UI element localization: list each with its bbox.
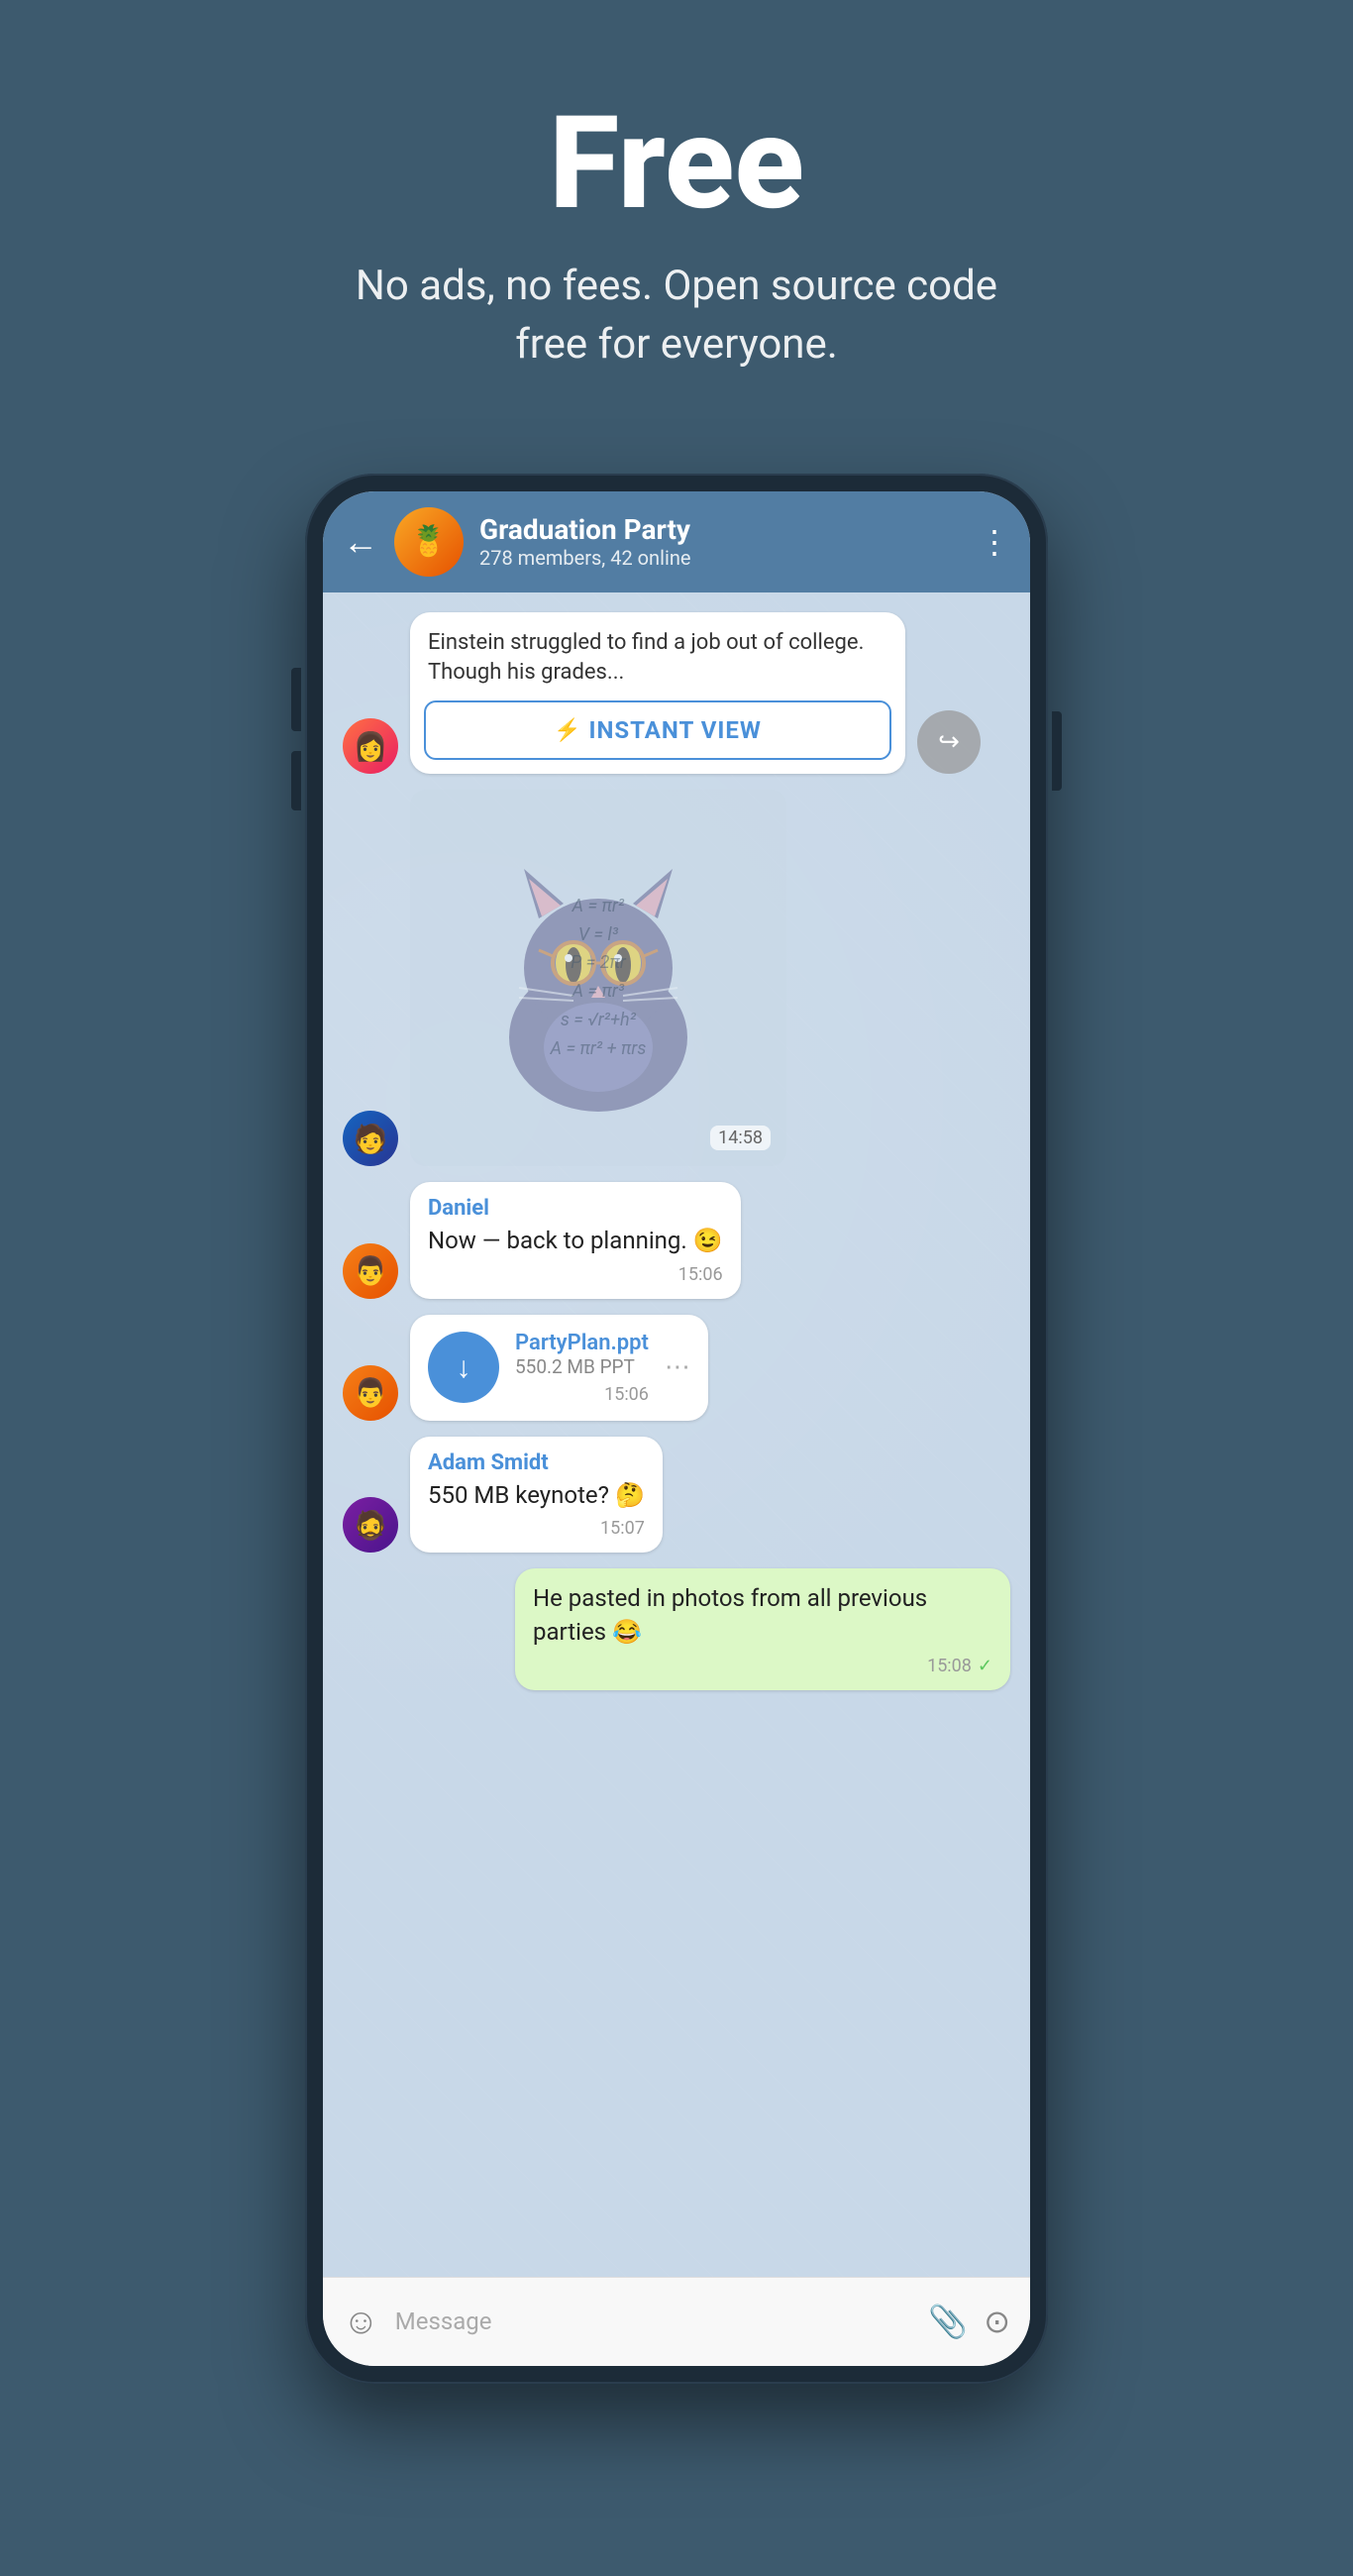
chat-header: ← 🍍 Graduation Party 278 members, 42 onl… (323, 491, 1030, 592)
instant-view-label: INSTANT VIEW (588, 716, 761, 744)
avatar-male1: 🧑 (343, 1111, 398, 1166)
adam-sender: Adam Smidt (428, 1450, 645, 1475)
daniel-time: 15:06 (428, 1264, 723, 1285)
adam-bubble: Adam Smidt 550 MB keynote? 🤔 15:07 (410, 1437, 663, 1554)
sticker-container: A = πr²V = l³P = 2πrA = πr³s = √r²+h²A =… (410, 790, 786, 1166)
file-time: 15:06 (515, 1384, 649, 1405)
input-bar: ☺ Message 📎 ⊙ (323, 2277, 1030, 2366)
group-info: Graduation Party 278 members, 42 online (479, 513, 963, 570)
self-time: 15:08 ✓ (533, 1656, 992, 1676)
share-icon: ↪ (938, 727, 960, 757)
self-bubble: He pasted in photos from all previous pa… (515, 1568, 1010, 1689)
hero-title: Free (40, 99, 1313, 228)
file-message-row: 👨 ↓ PartyPlan.ppt 550.2 MB PPT 15:06 ⋯ (343, 1315, 1010, 1421)
hero-section: Free No ads, no fees. Open source code f… (0, 0, 1353, 434)
math-background: A = πr²V = l³P = 2πrA = πr³s = √r²+h²A =… (410, 790, 786, 1166)
file-info: PartyPlan.ppt 550.2 MB PPT 15:06 (515, 1331, 649, 1405)
phone-mockup: ← 🍍 Graduation Party 278 members, 42 onl… (305, 474, 1048, 2384)
lightning-icon: ⚡ (554, 718, 580, 743)
file-size: 550.2 MB PPT (515, 1355, 649, 1378)
phone-screen: ← 🍍 Graduation Party 278 members, 42 onl… (323, 491, 1030, 2366)
message-input-placeholder[interactable]: Message (395, 2308, 913, 2335)
sticker-time: 14:58 (710, 1126, 771, 1150)
read-check-icon: ✓ (978, 1656, 992, 1676)
adam-time: 15:07 (428, 1518, 645, 1539)
more-button[interactable]: ⋮ (979, 523, 1010, 561)
group-name: Graduation Party (479, 513, 963, 546)
group-members: 278 members, 42 online (479, 546, 963, 570)
avatar-male2: 👨 (343, 1243, 398, 1299)
download-arrow-icon: ↓ (457, 1350, 471, 1385)
daniel-bubble: Daniel Now — back to planning. 😉 15:06 (410, 1182, 741, 1299)
share-button[interactable]: ↪ (917, 710, 981, 774)
avatar-male2-file: 👨 (343, 1365, 398, 1421)
attach-button[interactable]: 📎 (928, 2303, 968, 2340)
file-name: PartyPlan.ppt (515, 1331, 649, 1355)
avatar-male3: 🧔 (343, 1497, 398, 1553)
article-message-row: 👩 Einstein struggled to find a job out o… (343, 612, 1010, 775)
chat-body: 👩 Einstein struggled to find a job out o… (323, 592, 1030, 2277)
group-avatar: 🍍 (394, 507, 464, 577)
article-bubble: Einstein struggled to find a job out of … (410, 612, 905, 775)
group-avatar-emoji: 🍍 (410, 524, 447, 559)
instant-view-button[interactable]: ⚡ INSTANT VIEW (424, 700, 891, 760)
avatar-female: 👩 (343, 718, 398, 774)
sticker-message-row: 🧑 A = πr²V = l³P = 2πrA = πr³s = √r²+h²A… (343, 790, 1010, 1166)
download-icon-circle[interactable]: ↓ (428, 1332, 499, 1403)
article-text: Einstein struggled to find a job out of … (410, 612, 905, 701)
phone-outer: ← 🍍 Graduation Party 278 members, 42 onl… (305, 474, 1048, 2384)
daniel-text: Now — back to planning. 😉 (428, 1225, 723, 1258)
hero-subtitle: No ads, no fees. Open source code free f… (340, 258, 1013, 375)
adam-text: 550 MB keynote? 🤔 (428, 1479, 645, 1513)
back-button[interactable]: ← (343, 524, 378, 560)
daniel-sender: Daniel (428, 1196, 723, 1221)
adam-message-row: 🧔 Adam Smidt 550 MB keynote? 🤔 15:07 (343, 1437, 1010, 1554)
daniel-message-row: 👨 Daniel Now — back to planning. 😉 15:06 (343, 1182, 1010, 1299)
camera-button[interactable]: ⊙ (984, 2303, 1010, 2340)
file-more-button[interactable]: ⋯ (665, 1352, 690, 1382)
self-text: He pasted in photos from all previous pa… (533, 1582, 992, 1649)
emoji-button[interactable]: ☺ (343, 2301, 379, 2342)
file-bubble: ↓ PartyPlan.ppt 550.2 MB PPT 15:06 ⋯ (410, 1315, 708, 1421)
self-message-row: He pasted in photos from all previous pa… (343, 1568, 1010, 1689)
